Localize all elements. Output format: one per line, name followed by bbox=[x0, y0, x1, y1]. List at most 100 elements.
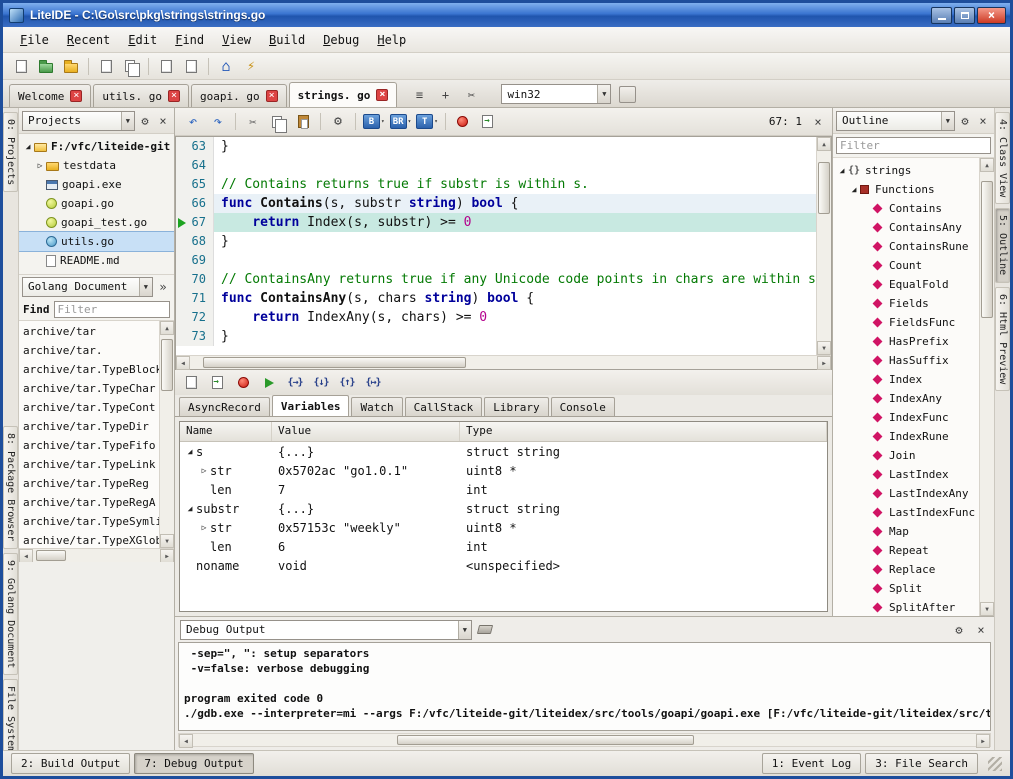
doc-filter-input[interactable] bbox=[54, 301, 171, 318]
var-row-len[interactable]: len6int bbox=[180, 537, 827, 556]
open-folder-icon[interactable] bbox=[34, 55, 58, 77]
outline-item-splitafter[interactable]: SplitAfter bbox=[833, 598, 979, 616]
project-item-testdata[interactable]: ▷testdata bbox=[19, 156, 174, 175]
outline-item-lastindex[interactable]: LastIndex bbox=[833, 465, 979, 484]
line-number[interactable]: 73 bbox=[176, 327, 214, 346]
editor-line-68[interactable]: 68} bbox=[176, 232, 816, 251]
output-hscrollbar[interactable]: ◀ ▶ bbox=[178, 733, 991, 747]
expander-icon[interactable]: ▷ bbox=[34, 161, 46, 170]
side-tab-4-class-view[interactable]: 4: Class View bbox=[995, 112, 1010, 204]
outline-item-functions[interactable]: ◢Functions bbox=[833, 180, 979, 199]
outline-item-index[interactable]: Index bbox=[833, 370, 979, 389]
menu-find[interactable]: Find bbox=[166, 30, 213, 50]
debug-tab-console[interactable]: Console bbox=[551, 397, 615, 416]
doc-list-vscrollbar[interactable]: ▲ ▼ bbox=[159, 321, 174, 548]
debug-tab-asyncrecord[interactable]: AsyncRecord bbox=[179, 397, 270, 416]
doc-list-item[interactable]: archive/tar.TypeRegA bbox=[19, 493, 159, 512]
editor-hscrollbar[interactable]: ◀ ▶ bbox=[176, 355, 831, 369]
combo-arrow-icon[interactable]: ▼ bbox=[458, 621, 471, 639]
status-button-7-debug-output[interactable]: 7: Debug Output bbox=[134, 753, 253, 774]
copy-icon[interactable] bbox=[266, 111, 290, 133]
doc-list-item[interactable]: archive/tar. bbox=[19, 341, 159, 360]
var-row-s[interactable]: ◢s{...}struct string bbox=[180, 442, 827, 461]
side-tab-5-outline[interactable]: 5: Outline bbox=[995, 208, 1010, 282]
vars-col-name[interactable]: Name bbox=[180, 422, 272, 441]
tab-close-icon[interactable]: × bbox=[266, 90, 278, 102]
line-number[interactable]: 72 bbox=[176, 308, 214, 327]
scroll-track[interactable] bbox=[33, 549, 160, 562]
panel-gear-icon[interactable]: ⚙ bbox=[137, 114, 153, 128]
scroll-down-icon[interactable]: ▼ bbox=[817, 341, 831, 355]
outline-item-count[interactable]: Count bbox=[833, 256, 979, 275]
expander-icon[interactable]: ◢ bbox=[836, 166, 848, 175]
line-number[interactable]: 67 bbox=[176, 213, 214, 232]
outline-item-replace[interactable]: Replace bbox=[833, 560, 979, 579]
menu-build[interactable]: Build bbox=[260, 30, 314, 50]
menu-edit[interactable]: Edit bbox=[119, 30, 166, 50]
open-project-icon[interactable] bbox=[59, 55, 83, 77]
scroll-thumb[interactable] bbox=[36, 550, 66, 561]
line-number[interactable]: 68 bbox=[176, 232, 214, 251]
scroll-right-icon[interactable]: ▶ bbox=[976, 734, 990, 748]
editor-line-66[interactable]: 66func Contains(s, substr string) bool { bbox=[176, 194, 816, 213]
scroll-thumb[interactable] bbox=[981, 181, 993, 319]
outline-item-split[interactable]: Split bbox=[833, 579, 979, 598]
editor-line-65[interactable]: 65// Contains returns true if substr is … bbox=[176, 175, 816, 194]
menu-view[interactable]: View bbox=[213, 30, 260, 50]
debug-record-icon[interactable] bbox=[451, 111, 475, 133]
step-out-icon[interactable]: {↑} bbox=[335, 372, 359, 394]
line-number[interactable]: 63 bbox=[176, 137, 214, 156]
scroll-down-icon[interactable]: ▼ bbox=[160, 534, 174, 548]
doc-tab-goapi-go[interactable]: goapi. go× bbox=[191, 84, 287, 107]
new-file-icon[interactable] bbox=[9, 55, 33, 77]
add-editor-icon[interactable]: + bbox=[433, 84, 457, 106]
combo-arrow-icon[interactable]: ▼ bbox=[597, 85, 610, 103]
split-editor-icon[interactable]: ≡ bbox=[407, 84, 431, 106]
debug-export-icon[interactable] bbox=[476, 111, 500, 133]
doc-list-item[interactable]: archive/tar.TypeDir bbox=[19, 417, 159, 436]
status-button-1-event-log[interactable]: 1: Event Log bbox=[762, 753, 861, 774]
home-icon[interactable]: ⌂ bbox=[214, 55, 238, 77]
outline-item-hasprefix[interactable]: HasPrefix bbox=[833, 332, 979, 351]
doc-list-item[interactable]: archive/tar.TypeSymlink bbox=[19, 512, 159, 531]
combo-arrow-icon[interactable]: ▼ bbox=[121, 112, 134, 130]
status-button-2-build-output[interactable]: 2: Build Output bbox=[11, 753, 130, 774]
tab-close-icon[interactable]: × bbox=[70, 90, 82, 102]
var-row-substr[interactable]: ◢substr{...}struct string bbox=[180, 499, 827, 518]
outline-item-fields[interactable]: Fields bbox=[833, 294, 979, 313]
doc-list-item[interactable]: archive/tar.TypeBlock bbox=[19, 360, 159, 379]
editor-line-67[interactable]: 67 return Index(s, substr) >= 0 bbox=[176, 213, 816, 232]
scroll-thumb[interactable] bbox=[397, 735, 695, 745]
scroll-thumb[interactable] bbox=[161, 339, 173, 391]
scroll-right-icon[interactable]: ▶ bbox=[817, 356, 831, 370]
save-all-icon[interactable] bbox=[119, 55, 143, 77]
menu-debug[interactable]: Debug bbox=[314, 30, 368, 50]
doc-tab-strings-go[interactable]: strings. go× bbox=[289, 82, 398, 107]
maximize-button[interactable] bbox=[954, 7, 975, 24]
project-item-goapi-exe[interactable]: goapi.exe bbox=[19, 175, 174, 194]
export-log-icon[interactable] bbox=[205, 372, 229, 394]
titlebar[interactable]: LiteIDE - C:\Go\src\pkg\strings\strings.… bbox=[3, 3, 1010, 27]
menu-file[interactable]: File bbox=[11, 30, 58, 50]
combo-arrow-icon[interactable]: ▼ bbox=[139, 278, 152, 296]
expander-icon[interactable]: ◢ bbox=[22, 142, 34, 151]
editor-lines[interactable]: 63}6465// Contains returns true if subst… bbox=[176, 137, 816, 355]
panel-close-icon[interactable]: × bbox=[973, 623, 989, 637]
scroll-left-icon[interactable]: ◀ bbox=[176, 356, 190, 370]
doc-list-item[interactable]: archive/tar.TypeXGlobalHeader bbox=[19, 531, 159, 548]
project-item-utils-go[interactable]: utils.go bbox=[19, 232, 174, 251]
scroll-track[interactable] bbox=[980, 172, 994, 602]
outline-item-strings[interactable]: ◢{}strings bbox=[833, 161, 979, 180]
outline-item-lastindexany[interactable]: LastIndexAny bbox=[833, 484, 979, 503]
project-item-readme-md[interactable]: README.md bbox=[19, 251, 174, 270]
debug-tab-callstack[interactable]: CallStack bbox=[405, 397, 483, 416]
editor-line-72[interactable]: 72 return IndexAny(s, chars) >= 0 bbox=[176, 308, 816, 327]
tab-close-icon[interactable]: × bbox=[168, 90, 180, 102]
outline-view-combo[interactable]: Outline ▼ bbox=[836, 111, 955, 131]
editor-line-71[interactable]: 71func ContainsAny(s, chars string) bool… bbox=[176, 289, 816, 308]
menu-recent[interactable]: Recent bbox=[58, 30, 119, 50]
resize-grip[interactable] bbox=[988, 757, 1002, 771]
outline-item-contains[interactable]: Contains bbox=[833, 199, 979, 218]
project-item-f-vfc-liteide-git[interactable]: ◢F:/vfc/liteide-git bbox=[19, 137, 174, 156]
line-number[interactable]: 66 bbox=[176, 194, 214, 213]
